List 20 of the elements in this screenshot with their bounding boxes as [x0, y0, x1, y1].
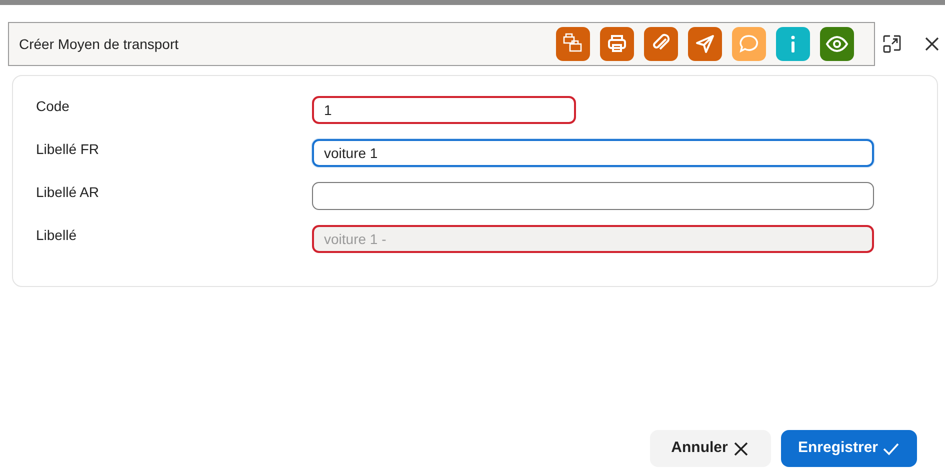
save-button[interactable]: Enregistrer — [781, 430, 917, 467]
close-icon[interactable] — [924, 36, 940, 52]
input-field[interactable]: 1 — [312, 96, 576, 124]
eye-button[interactable] — [820, 27, 854, 61]
field-label: Libellé FR — [35, 140, 100, 159]
field-label: Code — [35, 97, 70, 116]
cancel-button[interactable]: Annuler — [650, 430, 771, 467]
field-label: Libellé AR — [35, 183, 100, 202]
send-button[interactable] — [688, 27, 722, 61]
printers-button[interactable] — [556, 27, 590, 61]
paperclip-button[interactable] — [644, 27, 678, 61]
info-button[interactable] — [776, 27, 810, 61]
info-icon — [790, 35, 796, 53]
input-field[interactable]: voiture 1 — [312, 139, 874, 167]
input-field[interactable] — [312, 182, 874, 210]
close-icon — [732, 440, 750, 458]
expand-icon[interactable] — [882, 34, 902, 54]
printer-button[interactable] — [600, 27, 634, 61]
dialog-title: Créer Moyen de transport — [19, 34, 180, 54]
field-label: Libellé — [35, 226, 78, 245]
